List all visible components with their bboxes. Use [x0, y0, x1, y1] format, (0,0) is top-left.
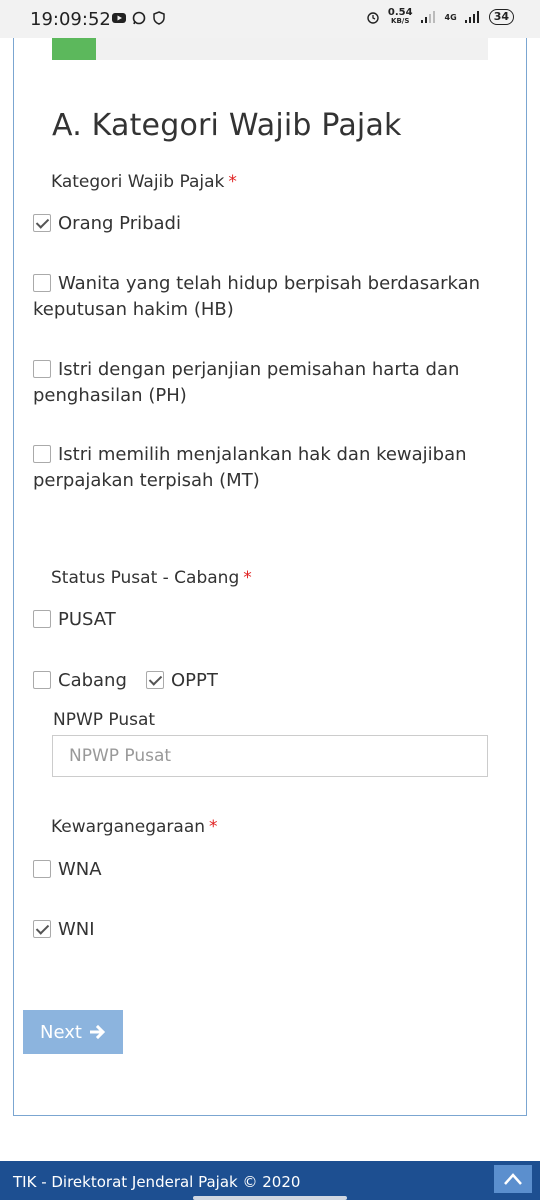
- option-label: OPPT: [171, 670, 218, 691]
- option-label: Istri dengan perjanjian pemisahan harta …: [33, 359, 460, 406]
- status-pusat-label-text: Status Pusat - Cabang: [51, 568, 240, 588]
- option-oppt[interactable]: OPPT: [146, 668, 218, 694]
- next-button[interactable]: Next: [23, 1010, 123, 1054]
- progress-bar: [52, 38, 488, 60]
- option-label: Orang Pribadi: [58, 213, 181, 234]
- alarm-icon: [367, 12, 379, 24]
- checkbox-mt[interactable]: [33, 445, 51, 463]
- option-label: Istri memilih menjalankan hak dan kewaji…: [33, 444, 467, 491]
- signal-icon: [420, 11, 435, 23]
- option-label: WNI: [58, 919, 95, 940]
- chevron-up-icon: [504, 1173, 522, 1185]
- option-label: PUSAT: [58, 609, 116, 630]
- npwp-pusat-label: NPWP Pusat: [53, 710, 156, 730]
- option-label: WNA: [58, 859, 102, 880]
- option-orang-pribadi[interactable]: Orang Pribadi: [33, 211, 503, 237]
- option-pusat[interactable]: PUSAT: [33, 607, 116, 633]
- notification-icons: [112, 11, 166, 25]
- kategori-label: Kategori Wajib Pajak *: [51, 172, 237, 192]
- home-indicator: [193, 1196, 347, 1200]
- status-pusat-label: Status Pusat - Cabang *: [51, 568, 252, 588]
- battery-icon: 34: [488, 9, 514, 25]
- footer-text: TIK - Direktorat Jenderal Pajak © 2020: [13, 1173, 301, 1191]
- network-type: 4G: [444, 12, 457, 22]
- speed-value: 0.54: [387, 7, 413, 18]
- progress-fill: [52, 38, 96, 60]
- checkbox-orang-pribadi[interactable]: [33, 214, 51, 232]
- checkbox-hb[interactable]: [33, 274, 51, 292]
- kewarganegaraan-label: Kewarganegaraan *: [51, 817, 218, 837]
- next-button-label: Next: [40, 1021, 82, 1043]
- option-mt[interactable]: Istri memilih menjalankan hak dan kewaji…: [33, 442, 503, 494]
- shield-icon: [153, 11, 165, 25]
- status-time: 19:09:52: [30, 9, 111, 30]
- kategori-label-text: Kategori Wajib Pajak: [51, 172, 225, 192]
- option-ph[interactable]: Istri dengan perjanjian pemisahan harta …: [33, 357, 503, 409]
- option-hb[interactable]: Wanita yang telah hidup berpisah berdasa…: [33, 271, 503, 323]
- required-mark: *: [243, 568, 252, 588]
- checkbox-wna[interactable]: [33, 860, 51, 878]
- option-label: Wanita yang telah hidup berpisah berdasa…: [33, 273, 481, 320]
- status-right: 0.54 KB/S 4G 34: [366, 8, 514, 26]
- whatsapp-icon: [132, 11, 146, 25]
- network-speed: 0.54 KB/S: [388, 8, 413, 26]
- section-title: A. Kategori Wajib Pajak: [52, 108, 402, 143]
- checkbox-wni[interactable]: [33, 920, 51, 938]
- kewarganegaraan-label-text: Kewarganegaraan: [51, 817, 206, 837]
- checkbox-cabang[interactable]: [33, 671, 51, 689]
- scroll-top-button[interactable]: [494, 1165, 532, 1193]
- checkbox-ph[interactable]: [33, 360, 51, 378]
- required-mark: *: [228, 172, 237, 192]
- arrow-right-icon: [89, 1024, 106, 1040]
- checkbox-oppt[interactable]: [146, 671, 164, 689]
- status-bar: 19:09:52 0.54 KB/S 4G 34: [0, 0, 540, 38]
- option-wna[interactable]: WNA: [33, 857, 102, 883]
- footer: TIK - Direktorat Jenderal Pajak © 2020: [0, 1161, 540, 1200]
- required-mark: *: [209, 817, 218, 837]
- option-wni[interactable]: WNI: [33, 917, 95, 943]
- signal-icon-2: [464, 11, 479, 23]
- youtube-icon: [112, 13, 126, 23]
- speed-unit: KB/S: [391, 17, 410, 25]
- option-label: Cabang: [58, 670, 127, 691]
- option-cabang[interactable]: Cabang: [33, 668, 127, 694]
- npwp-pusat-input[interactable]: [52, 735, 488, 777]
- checkbox-pusat[interactable]: [33, 610, 51, 628]
